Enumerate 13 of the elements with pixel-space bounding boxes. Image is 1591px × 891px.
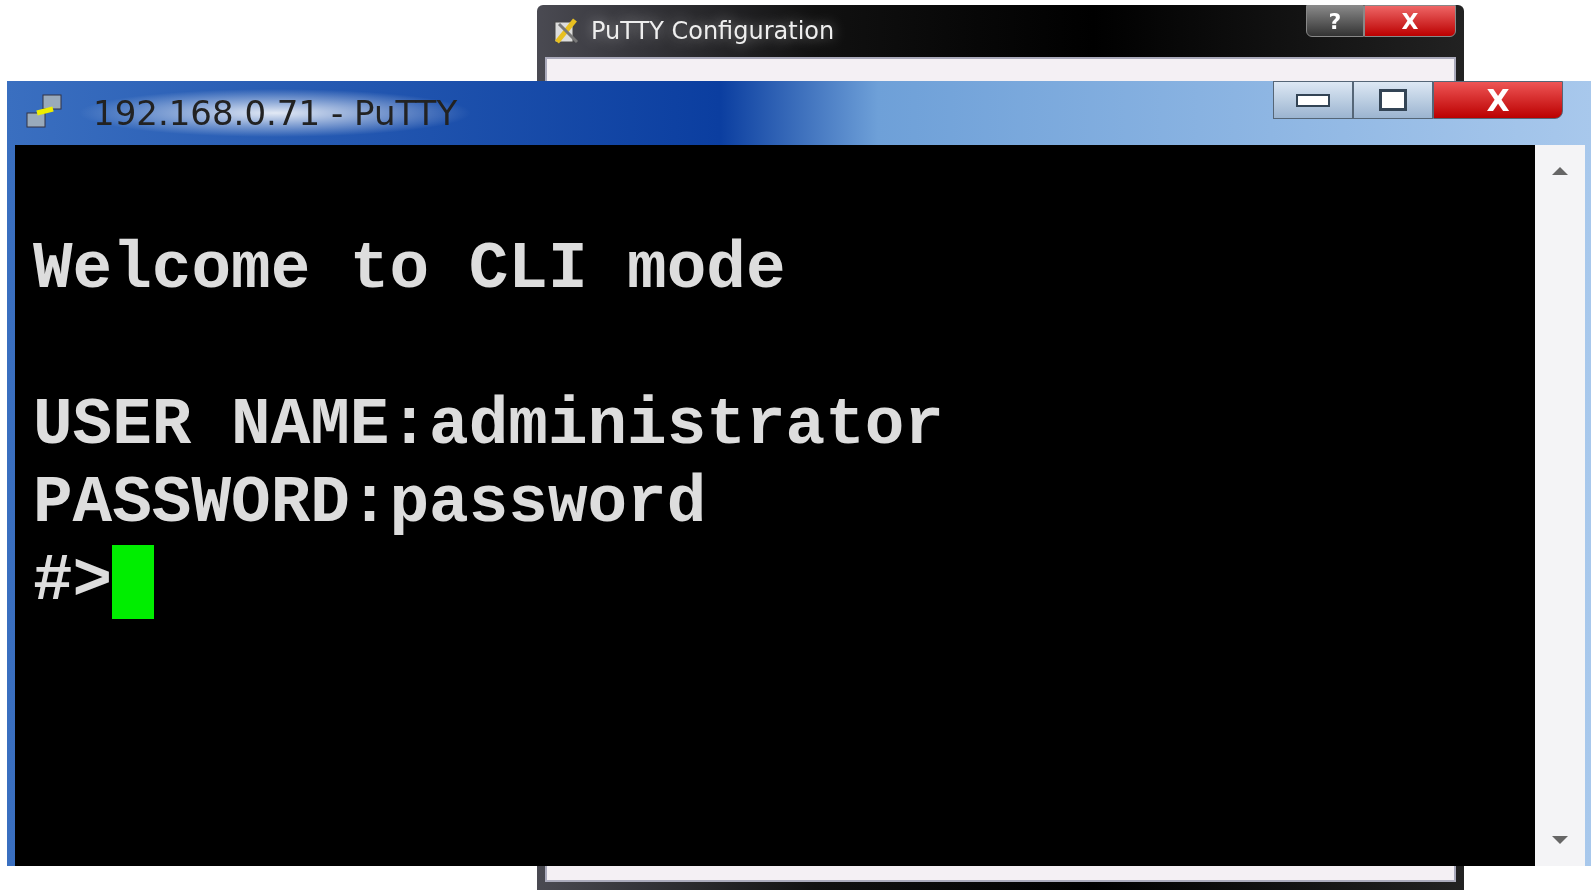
scrollbar[interactable] xyxy=(1535,145,1585,866)
scroll-up-icon[interactable] xyxy=(1550,165,1570,177)
terminal-line: PASSWORD:password xyxy=(33,465,707,543)
terminal-line: Welcome to CLI mode xyxy=(33,231,786,309)
scroll-down-icon[interactable] xyxy=(1550,834,1570,846)
close-button[interactable]: X xyxy=(1433,81,1563,119)
window-title: PuTTY Configuration xyxy=(591,17,835,45)
minimize-button[interactable] xyxy=(1273,81,1353,119)
maximize-button[interactable] xyxy=(1353,81,1433,119)
terminal-line: USER NAME:administrator xyxy=(33,387,944,465)
close-button[interactable]: X xyxy=(1364,5,1456,37)
prompt: #> xyxy=(33,543,113,621)
help-button[interactable]: ? xyxy=(1306,5,1364,37)
